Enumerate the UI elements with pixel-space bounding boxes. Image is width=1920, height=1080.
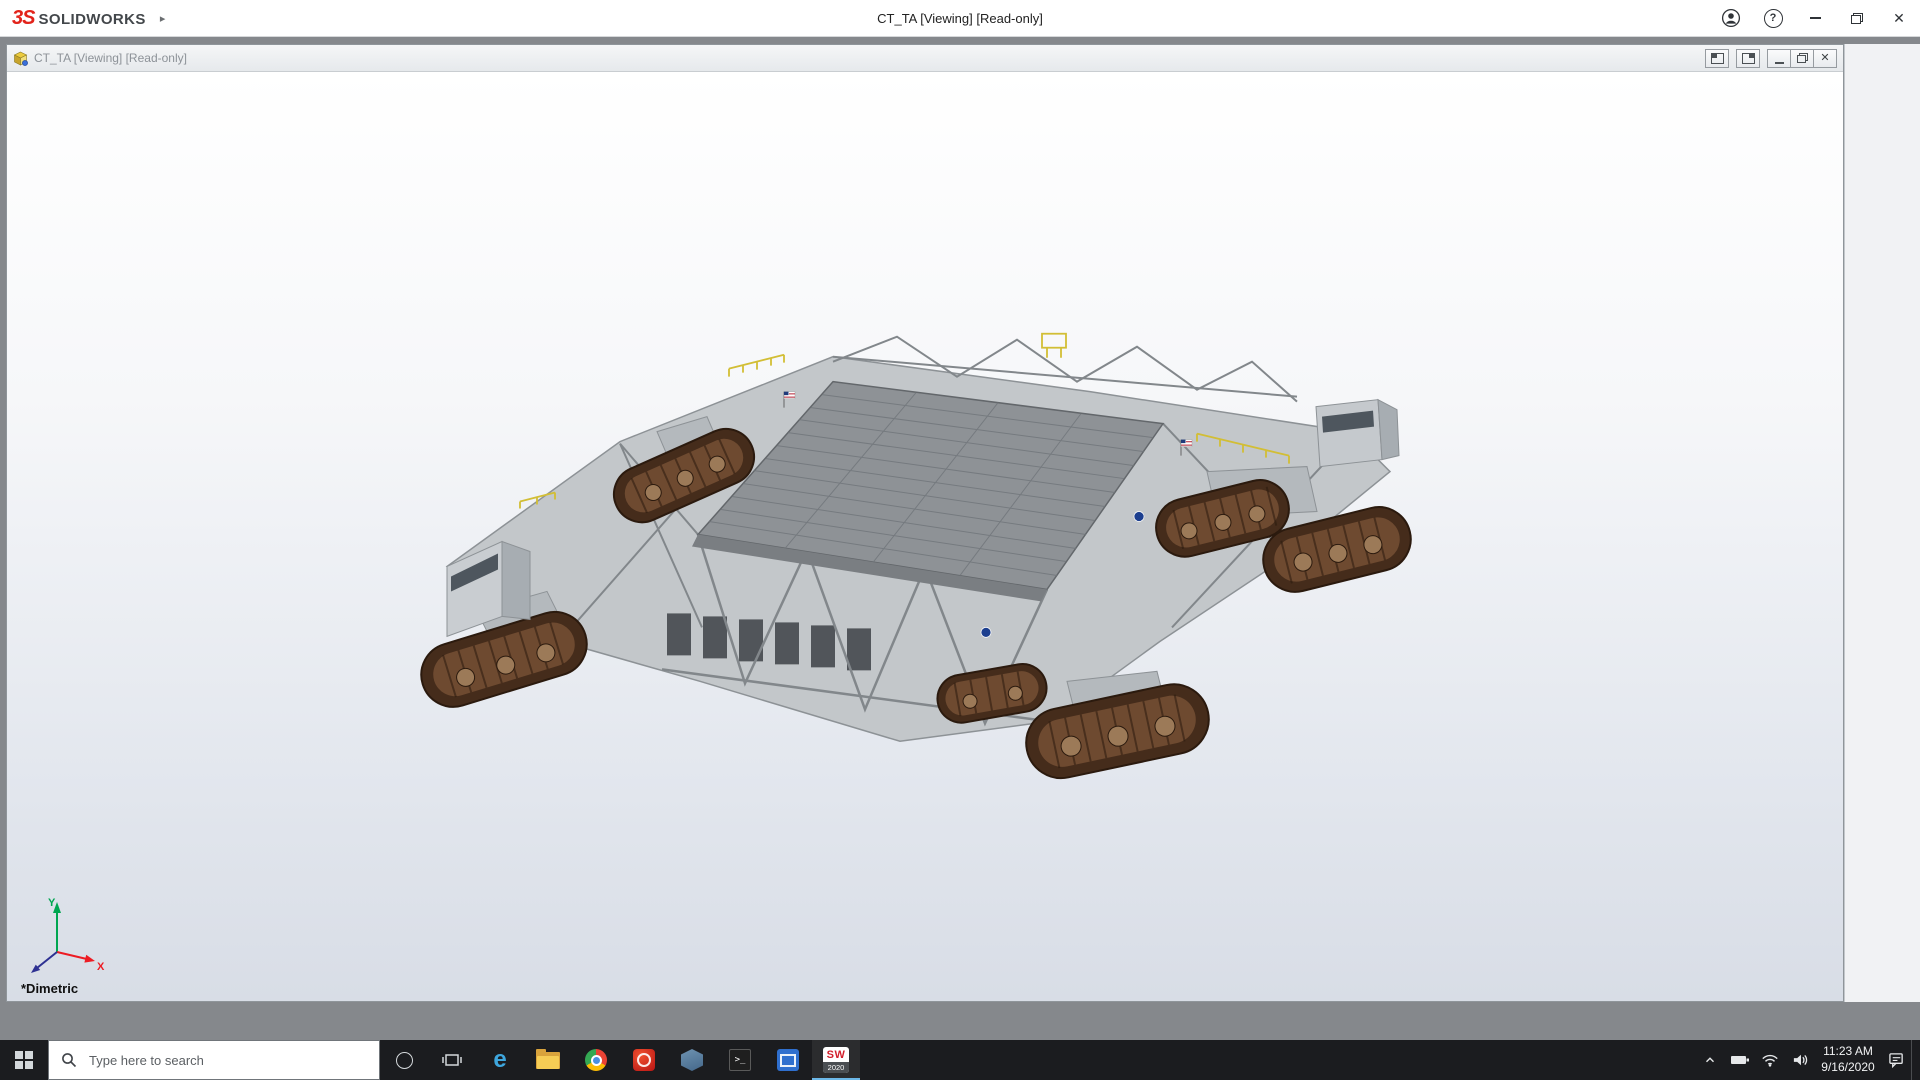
taskbar-edge-button[interactable]: e [476,1040,524,1080]
file-explorer-icon [536,1052,560,1069]
doc-close-button[interactable]: ✕ [1813,49,1837,68]
start-button[interactable] [0,1040,48,1080]
taskbar-cube-app-button[interactable] [668,1040,716,1080]
menu-flyout-arrow-icon[interactable]: ▸ [160,12,166,25]
taskbar-chrome-button[interactable] [572,1040,620,1080]
doc-restore-button[interactable] [1790,49,1814,68]
taskbar-solidworks-2020-button[interactable]: SW 2020 [812,1040,860,1080]
view-orientation-label: *Dimetric [21,981,78,996]
model-crawler-transporter[interactable] [413,334,1417,785]
tray-show-hidden-icons-button[interactable] [1695,1040,1725,1080]
task-pane-collapsed [1844,44,1920,1002]
cascade-icon [1742,53,1755,64]
close-icon: ✕ [1893,11,1905,25]
help-button[interactable]: ? [1752,0,1794,36]
assembly-document-icon [13,51,28,66]
taskbar-spacer [860,1040,1695,1080]
speaker-icon [1792,1053,1809,1067]
search-icon [61,1052,77,1068]
chrome-icon [585,1049,607,1071]
mdi-background: CT_TA [Viewing] [Read-only] [0,36,1920,1040]
taskbar-blue-app-button[interactable] [764,1040,812,1080]
solidworks-2020-icon: SW 2020 [823,1047,849,1073]
tray-network-button[interactable] [1755,1040,1785,1080]
tray-battery-button[interactable] [1725,1040,1755,1080]
close-button[interactable]: ✕ [1878,0,1920,36]
taskbar-file-explorer-button[interactable] [524,1040,572,1080]
doc-close-icon: ✕ [1820,53,1829,64]
app-window-title: CT_TA [Viewing] [Read-only] [877,11,1043,26]
tray-volume-button[interactable] [1785,1040,1815,1080]
doc-restore-icon [1797,53,1808,63]
graphics-viewport[interactable]: Y X *Dimetric [7,72,1843,1001]
account-icon [1721,8,1741,28]
brand-name: SOLIDWORKS [38,11,145,28]
taskbar-command-prompt-button[interactable]: >_ [716,1040,764,1080]
battery-icon [1730,1054,1750,1066]
doc-minimize-icon [1775,62,1784,64]
restore-button[interactable] [1836,0,1878,36]
minimize-icon [1810,17,1821,19]
reference-triad: Y X [17,890,112,985]
edge-icon: e [493,1048,506,1072]
clock-time: 11:23 AM [1823,1044,1873,1060]
show-desktop-button[interactable] [1911,1040,1920,1080]
app-titlebar: 3S SOLIDWORKS ▸ CT_TA [Viewing] [Read-on… [0,0,1920,37]
cascade-window-button[interactable] [1736,49,1760,68]
screen: 3S SOLIDWORKS ▸ CT_TA [Viewing] [Read-on… [0,0,1920,1080]
document-window: CT_TA [Viewing] [Read-only] [6,44,1844,1002]
doc-window-control-group: ✕ [1767,49,1837,68]
chevron-up-icon [1703,1053,1717,1067]
task-view-button[interactable] [428,1040,476,1080]
tile-window-button[interactable] [1705,49,1729,68]
window-controls: ? ✕ [1710,0,1920,36]
clock-date: 9/16/2020 [1821,1060,1874,1076]
triad-y-label: Y [48,897,56,909]
taskbar-search[interactable] [48,1040,380,1080]
taskbar: e >_ SW 2020 [0,1040,1920,1080]
right-control-cab[interactable] [1316,400,1399,467]
help-icon: ? [1764,9,1783,28]
account-button[interactable] [1710,0,1752,36]
nasa-emblem-2 [981,627,991,637]
taskbar-clock[interactable]: 11:23 AM 9/16/2020 [1815,1040,1881,1080]
app-icon-blue-window [777,1049,799,1071]
cortana-button[interactable] [380,1040,428,1080]
viewport-canvas[interactable] [7,72,1843,1001]
dassault-logo-mark: 3S [12,7,34,30]
doc-minimize-button[interactable] [1767,49,1791,68]
triad-x-label: X [97,961,105,973]
app-icon-hexagon [681,1049,703,1071]
document-title: CT_TA [Viewing] [Read-only] [34,51,187,65]
cortana-icon [396,1052,413,1069]
action-center-icon [1888,1052,1905,1068]
windows-logo-icon [15,1051,33,1069]
task-view-icon [442,1052,462,1068]
solidworks-logo: 3S SOLIDWORKS [12,7,146,30]
app-icon-red [633,1049,655,1071]
minimize-button[interactable] [1794,0,1836,36]
wifi-icon [1761,1053,1779,1067]
solidworks-year-badge: 2020 [823,1062,849,1073]
document-titlebar[interactable]: CT_TA [Viewing] [Read-only] [7,45,1843,72]
command-prompt-icon: >_ [729,1049,751,1071]
taskbar-red-app-button[interactable] [620,1040,668,1080]
action-center-button[interactable] [1881,1040,1911,1080]
search-input[interactable] [87,1052,341,1069]
document-window-buttons: ✕ [1705,49,1837,68]
tile-icon [1711,53,1724,64]
nasa-emblem [1134,512,1144,522]
restore-icon [1851,13,1863,24]
